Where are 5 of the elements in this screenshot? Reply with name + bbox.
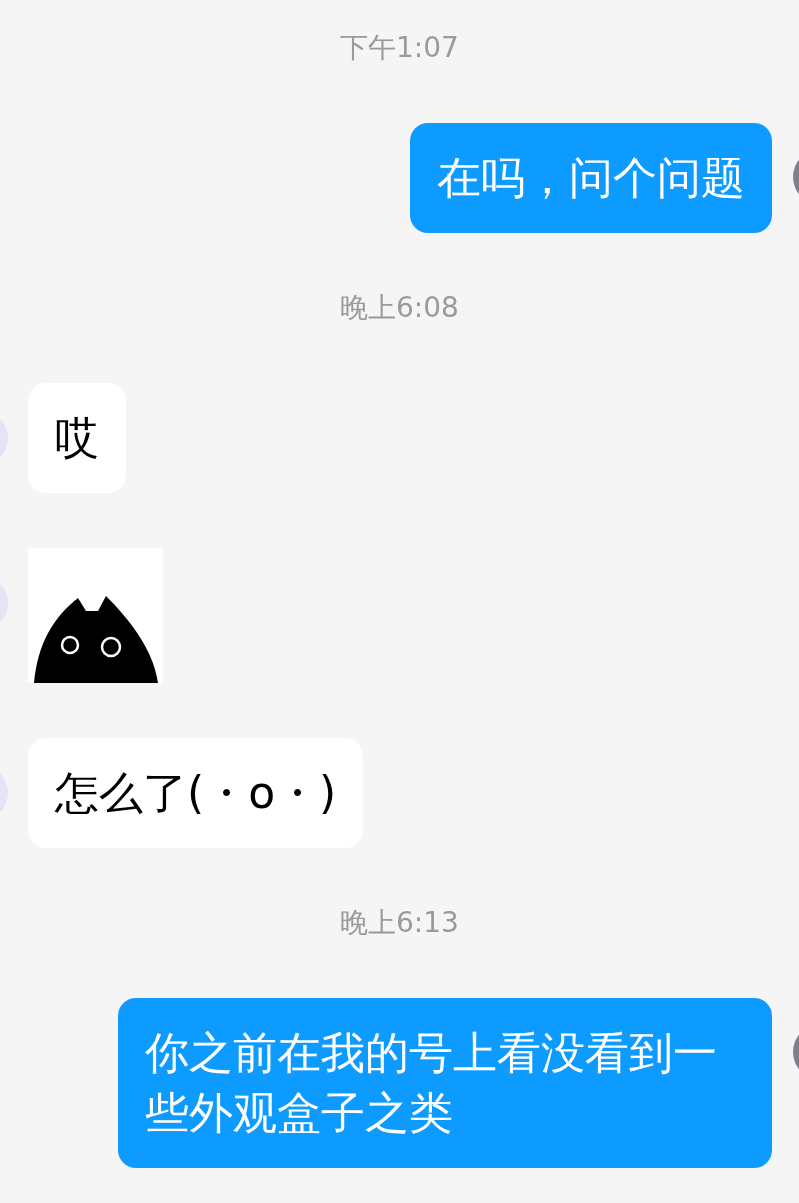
timestamp: 晚上6:13 (340, 905, 459, 941)
message-bubble[interactable]: 哎 (28, 383, 126, 493)
message-bubble[interactable]: 怎么了(・o・) (28, 738, 364, 848)
timestamp: 晚上6:08 (340, 290, 459, 326)
timestamp: 下午1:07 (340, 30, 459, 66)
